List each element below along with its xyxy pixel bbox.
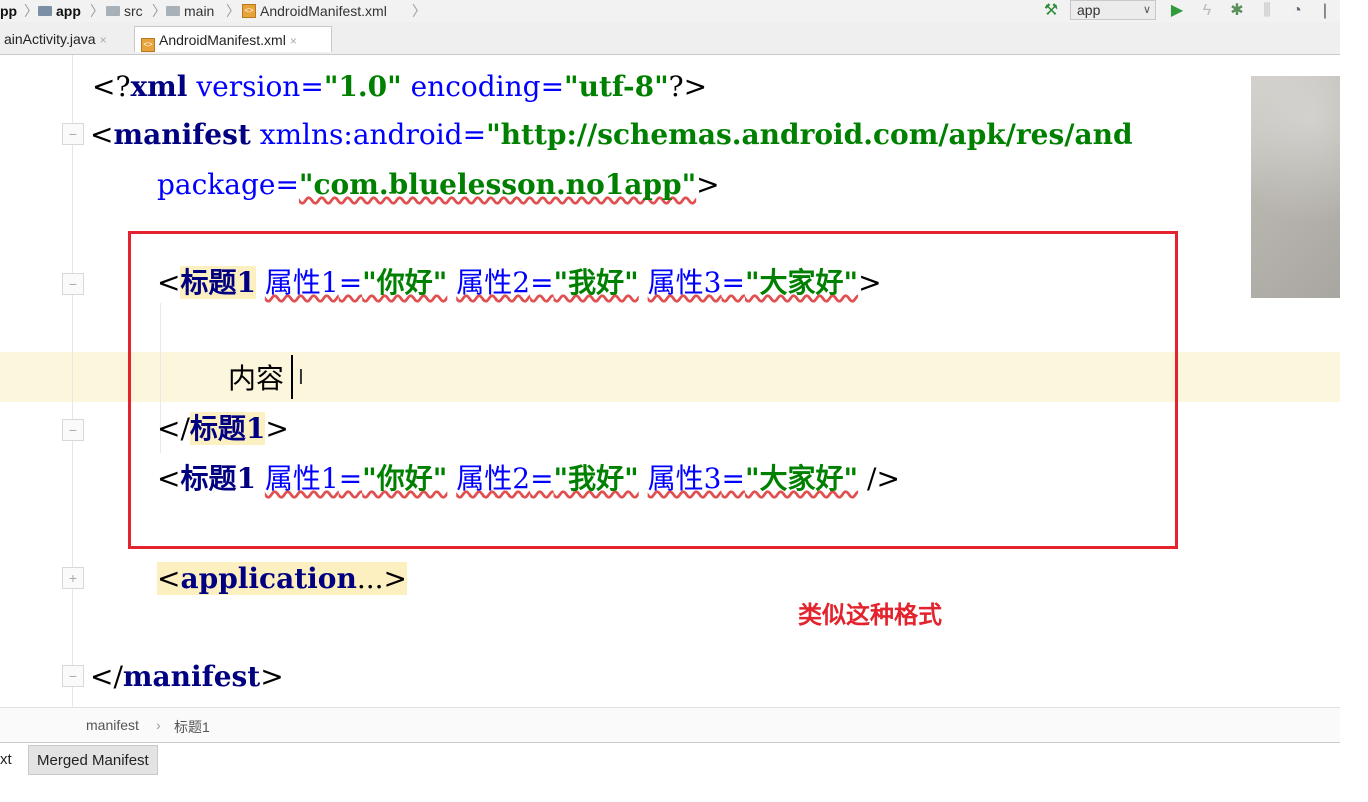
code-tag: application bbox=[180, 562, 357, 595]
code-tag: manifest bbox=[113, 118, 251, 151]
code-bracket: <? bbox=[92, 70, 131, 103]
code-line-manifest-close[interactable]: </manifest> bbox=[90, 657, 284, 697]
code-bracket: < bbox=[157, 562, 181, 595]
code-tag: xml bbox=[130, 70, 188, 103]
breadcrumb-project-label: pp bbox=[0, 3, 18, 19]
breadcrumb-separator: 〉 bbox=[24, 3, 38, 19]
run-configuration-select[interactable]: app ∨ bbox=[1070, 0, 1156, 20]
gauge-icon[interactable]: ◔ bbox=[1288, 2, 1306, 20]
build-hammer-icon[interactable]: ⚒ bbox=[1042, 2, 1060, 20]
breadcrumb-separator: 〉 bbox=[226, 3, 240, 19]
editor-breadcrumb: manifest › 标题1 bbox=[0, 707, 1340, 742]
code-line-package[interactable]: package="com.bluelesson.no1app"> bbox=[157, 165, 720, 205]
run-icon[interactable]: ▶ bbox=[1168, 2, 1186, 20]
fold-collapse-icon[interactable]: − bbox=[62, 419, 84, 441]
xml-file-icon: <> bbox=[242, 4, 256, 18]
breadcrumb-src[interactable]: src bbox=[106, 3, 143, 19]
code-tag: manifest bbox=[122, 660, 261, 693]
breadcrumb-file[interactable]: <> AndroidManifest.xml bbox=[242, 3, 387, 19]
code-bracket: > bbox=[260, 660, 284, 693]
tab-text[interactable]: xt bbox=[0, 745, 20, 775]
annotation-text: 类似这种格式 bbox=[798, 601, 942, 629]
breadcrumb-app[interactable]: app bbox=[38, 3, 81, 19]
profile-icon[interactable]: ⫼ bbox=[1258, 2, 1276, 20]
breadcrumb-separator: 〉 bbox=[152, 3, 166, 19]
debug-icon[interactable]: ✱ bbox=[1228, 2, 1246, 20]
code-bracket: </ bbox=[90, 660, 123, 693]
code-line-xml-declaration[interactable]: <?xml version="1.0" encoding="utf-8"?> bbox=[92, 67, 707, 107]
navigation-bar: pp 〉 app 〉 src 〉 main 〉 <> AndroidManifes… bbox=[0, 0, 1340, 22]
code-value: "http://schemas.android.com/apk/res/and bbox=[486, 118, 1133, 151]
module-folder-icon bbox=[38, 6, 52, 16]
webcam-overlay bbox=[1251, 76, 1340, 298]
tab-androidmanifest-label: AndroidManifest.xml bbox=[159, 32, 286, 48]
code-attribute: package= bbox=[157, 168, 299, 201]
stop-icon[interactable]: | bbox=[1316, 2, 1334, 20]
footer-breadcrumb-title[interactable]: 标题1 bbox=[174, 717, 210, 737]
breadcrumb-main-label: main bbox=[184, 3, 215, 19]
highlight-annotation-box bbox=[128, 231, 1178, 549]
breadcrumb-app-label: app bbox=[56, 3, 81, 19]
breadcrumb-separator: 〉 bbox=[412, 3, 426, 19]
code-attribute: xmlns:android= bbox=[250, 118, 487, 151]
code-bracket: < bbox=[90, 118, 114, 151]
code-value: "utf-8" bbox=[564, 70, 669, 103]
fold-collapse-icon[interactable]: − bbox=[62, 273, 84, 295]
tab-androidmanifest[interactable]: <> AndroidManifest.xml × bbox=[134, 26, 332, 52]
code-line-application[interactable]: <application...> bbox=[157, 559, 408, 599]
breadcrumb-project[interactable]: pp bbox=[0, 3, 17, 19]
breadcrumb-src-label: src bbox=[124, 3, 143, 19]
gutter-divider bbox=[72, 55, 73, 707]
code-attribute: encoding= bbox=[401, 70, 565, 103]
code-line-manifest-open[interactable]: <manifest xmlns:android="http://schemas.… bbox=[90, 115, 1133, 155]
chevron-down-icon: ∨ bbox=[1142, 4, 1151, 16]
editor-tab-bar: ainActivity.java × <> AndroidManifest.xml × bbox=[0, 22, 1340, 55]
fold-collapse-icon[interactable]: − bbox=[62, 665, 84, 687]
folder-icon bbox=[106, 6, 120, 16]
code-value: "1.0" bbox=[323, 70, 402, 103]
tab-mainactivity-label: ainActivity.java bbox=[4, 31, 96, 47]
code-folded-placeholder[interactable]: ... bbox=[357, 562, 384, 595]
breadcrumb-separator: 〉 bbox=[90, 3, 104, 19]
breadcrumb-separator: › bbox=[156, 717, 161, 733]
code-editor[interactable]: − − − + − <?xml version="1.0" encoding="… bbox=[0, 55, 1340, 707]
run-config-label: app bbox=[1077, 2, 1101, 18]
breadcrumb-main[interactable]: main bbox=[166, 3, 214, 19]
code-bracket: > bbox=[696, 168, 720, 201]
tab-mainactivity[interactable]: ainActivity.java × bbox=[0, 26, 111, 52]
breadcrumb-file-label: AndroidManifest.xml bbox=[260, 3, 387, 19]
code-attribute: version= bbox=[187, 70, 324, 103]
code-bracket: > bbox=[383, 562, 408, 595]
editor-mode-tabs: xt Merged Manifest bbox=[0, 742, 1340, 779]
xml-file-icon: <> bbox=[141, 38, 155, 52]
code-bracket: ?> bbox=[668, 70, 708, 103]
footer-breadcrumb-manifest[interactable]: manifest bbox=[86, 717, 139, 733]
fold-collapse-icon[interactable]: − bbox=[62, 123, 84, 145]
fold-expand-icon[interactable]: + bbox=[62, 567, 84, 589]
close-icon[interactable]: × bbox=[100, 33, 107, 47]
apply-changes-icon[interactable]: ϟ bbox=[1198, 2, 1216, 20]
close-icon[interactable]: × bbox=[290, 34, 297, 48]
folder-icon bbox=[166, 6, 180, 16]
code-value: "com.bluelesson.no1app" bbox=[298, 168, 697, 201]
tab-merged-manifest[interactable]: Merged Manifest bbox=[28, 745, 158, 775]
